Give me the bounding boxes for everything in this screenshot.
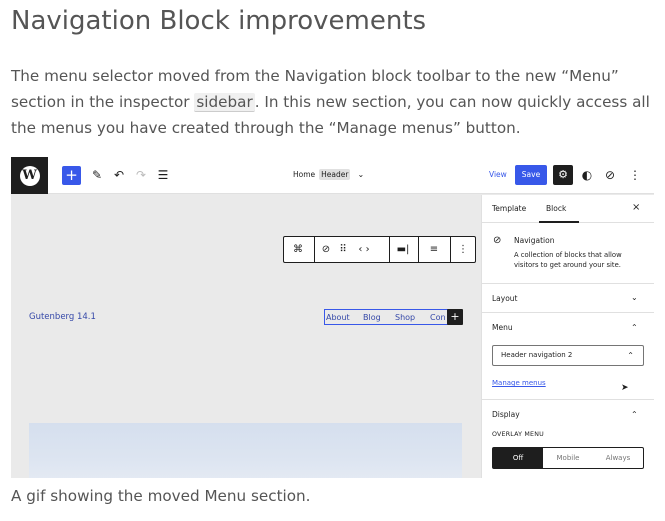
inspector-tabs: Template Block × bbox=[482, 195, 654, 223]
wordpress-logo-icon: W bbox=[19, 165, 40, 186]
nav-item[interactable]: Con bbox=[430, 313, 446, 322]
redo-icon[interactable]: ↷ bbox=[134, 167, 148, 183]
editor-top-toolbar: W + ✎ ↶ ↷ ☰ Home Header ⌄ View Save ⚙ ◐ … bbox=[11, 157, 654, 194]
site-title[interactable]: Gutenberg 14.1 bbox=[29, 312, 96, 322]
article-body: The menu selector moved from the Navigat… bbox=[11, 63, 661, 141]
chevron-up-icon: ⌃ bbox=[631, 410, 638, 419]
close-icon[interactable]: × bbox=[632, 202, 640, 213]
chevron-down-icon: ⌄ bbox=[357, 170, 365, 179]
navigation-menu[interactable]: About Blog Shop Con bbox=[324, 309, 462, 325]
tab-block[interactable]: Block bbox=[546, 204, 566, 213]
nav-item[interactable]: Blog bbox=[363, 313, 381, 322]
layout-panel-header[interactable]: Layout ⌄ bbox=[482, 283, 654, 312]
chevron-up-icon: ⌃ bbox=[631, 323, 638, 332]
view-button[interactable]: View bbox=[489, 170, 507, 179]
tab-template[interactable]: Template bbox=[492, 204, 526, 213]
navigation-compass-icon[interactable]: ⊘ bbox=[603, 167, 617, 183]
display-panel-label: Display bbox=[492, 410, 520, 419]
nav-item[interactable]: Shop bbox=[395, 313, 415, 322]
manage-menus-link[interactable]: Manage menus bbox=[492, 379, 546, 387]
sidebar-code-term: sidebar bbox=[194, 93, 255, 112]
image-caption: A gif showing the moved Menu section. bbox=[11, 487, 311, 505]
navigation-block-icon[interactable]: ⊘ bbox=[318, 237, 334, 262]
editor-canvas: ⌘ ⊘ ⠿ ‹ › ▬| ≡ ⋮ Gutenberg 14.1 About Bl… bbox=[11, 195, 481, 478]
cursor-icon: ➤ bbox=[621, 383, 629, 393]
drag-handle-icon[interactable]: ⠿ bbox=[336, 237, 350, 262]
hero-cover-image bbox=[29, 423, 462, 478]
menu-select[interactable]: Header navigation 2 ⌃ bbox=[492, 345, 644, 366]
list-view-icon[interactable]: ☰ bbox=[156, 167, 170, 183]
settings-gear-icon[interactable]: ⚙ bbox=[553, 165, 573, 185]
nav-item[interactable]: About bbox=[326, 313, 350, 322]
article-title: Navigation Block improvements bbox=[11, 6, 427, 36]
toolbar-divider bbox=[389, 237, 390, 262]
active-tab-indicator bbox=[539, 221, 579, 223]
menu-panel-label: Menu bbox=[492, 323, 513, 332]
navigation-compass-icon: ⊘ bbox=[493, 235, 502, 246]
overlay-menu-label: OVERLAY MENU bbox=[492, 431, 544, 438]
overlay-option-mobile[interactable]: Mobile bbox=[543, 448, 593, 468]
wordpress-logo-button[interactable]: W bbox=[11, 157, 48, 194]
chevron-up-icon: ⌃ bbox=[627, 351, 634, 360]
template-home-label: Home bbox=[293, 170, 316, 179]
toolbar-divider bbox=[450, 237, 451, 262]
block-card-description: A collection of blocks that allow visito… bbox=[514, 251, 622, 269]
chevron-down-icon: ⌄ bbox=[631, 293, 638, 302]
contrast-icon[interactable]: ◐ bbox=[580, 167, 594, 183]
menu-panel-header[interactable]: Menu ⌃ bbox=[482, 312, 654, 341]
block-card-title: Navigation bbox=[514, 236, 555, 245]
pen-icon[interactable]: ✎ bbox=[90, 167, 104, 183]
template-breadcrumb[interactable]: Home Header ⌄ bbox=[293, 169, 364, 180]
toolbar-divider bbox=[418, 237, 419, 262]
editor-screenshot: W + ✎ ↶ ↷ ☰ Home Header ⌄ View Save ⚙ ◐ … bbox=[11, 157, 654, 478]
justify-right-icon[interactable]: ▬| bbox=[391, 237, 415, 262]
add-nav-item-button[interactable]: + bbox=[447, 309, 463, 325]
block-transform-icon[interactable]: ⌘ bbox=[284, 237, 312, 262]
toolbar-divider bbox=[314, 237, 315, 262]
template-part-badge: Header bbox=[319, 169, 351, 180]
add-block-button[interactable]: + bbox=[62, 166, 81, 185]
more-options-icon[interactable]: ⋮ bbox=[452, 237, 474, 262]
save-button[interactable]: Save bbox=[515, 165, 547, 185]
overlay-option-always[interactable]: Always bbox=[593, 448, 643, 468]
block-toolbar: ⌘ ⊘ ⠿ ‹ › ▬| ≡ ⋮ bbox=[283, 236, 476, 263]
move-arrows-icon[interactable]: ‹ › bbox=[352, 237, 376, 262]
more-vertical-icon[interactable]: ⋮ bbox=[628, 167, 642, 183]
menu-select-value: Header navigation 2 bbox=[501, 351, 573, 359]
layout-panel-label: Layout bbox=[492, 294, 518, 303]
inspector-sidebar: Template Block × ⊘ Navigation A collecti… bbox=[481, 195, 654, 478]
overlay-menu-toggle-group: Off Mobile Always bbox=[492, 447, 644, 469]
display-panel-header[interactable]: Display ⌃ bbox=[482, 399, 654, 428]
item-justification-icon[interactable]: ≡ bbox=[422, 237, 446, 262]
overlay-option-off[interactable]: Off bbox=[493, 448, 543, 468]
undo-icon[interactable]: ↶ bbox=[112, 167, 126, 183]
